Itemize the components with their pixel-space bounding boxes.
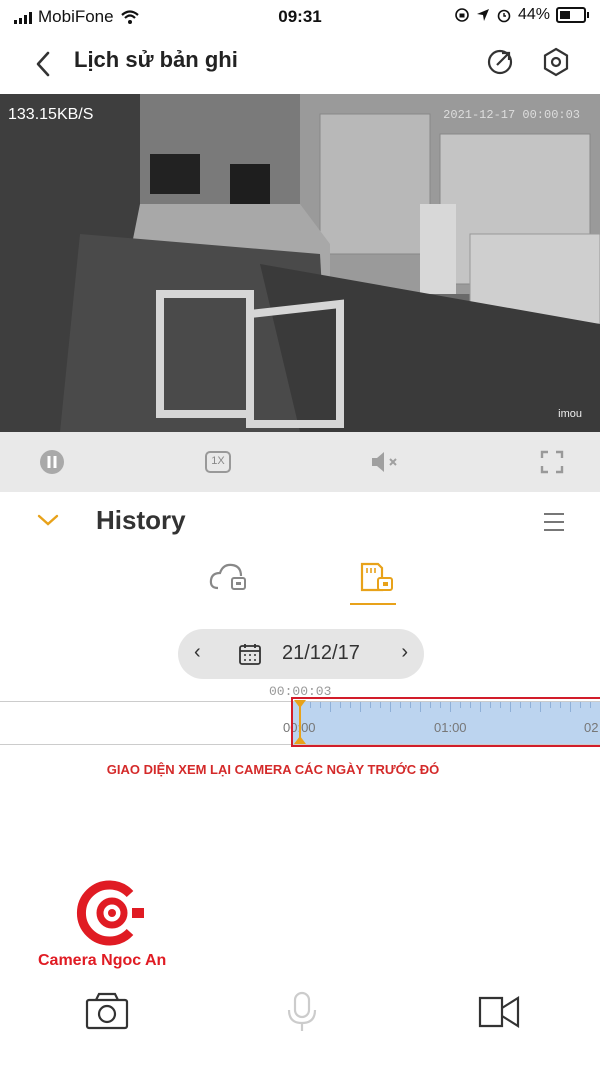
share-icon (487, 49, 513, 75)
annotation-caption: GIAO DIỆN XEM LẠI CAMERA CÁC NGÀY TRƯỚC … (106, 762, 440, 777)
app-header: Lịch sử bản ghi (0, 34, 600, 92)
video-player[interactable]: 133.15KB/S 2021-12-17 00:00:03 imou (0, 94, 600, 432)
chevron-left-icon (36, 51, 50, 77)
status-right: 44% (454, 6, 589, 24)
sd-card-icon (360, 562, 393, 592)
status-bar: MobiFone 09:31 44% (0, 0, 600, 34)
talk-button[interactable] (279, 990, 325, 1034)
collapse-history-button[interactable] (34, 506, 62, 534)
microphone-icon (287, 991, 317, 1031)
battery-percent: 44% (517, 6, 550, 23)
player-controls: 1X (0, 432, 600, 492)
next-day-button[interactable]: › (401, 641, 408, 664)
selected-date[interactable]: 21/12/17 (282, 642, 360, 665)
mute-button[interactable] (366, 444, 402, 480)
snapshot-button[interactable] (84, 990, 130, 1034)
active-tab-indicator (350, 603, 396, 605)
tab-cloud[interactable] (208, 560, 250, 596)
page-title: Lịch sử bản ghi (74, 47, 238, 72)
tab-sd-card[interactable] (356, 560, 396, 596)
camera-feed-image (0, 94, 600, 432)
mute-icon (372, 452, 397, 472)
pause-button[interactable] (34, 444, 70, 480)
calendar-icon[interactable] (238, 642, 262, 666)
settings-button[interactable] (538, 44, 574, 80)
speed-button[interactable]: 1X (200, 444, 236, 480)
orientation-lock-icon (455, 8, 469, 22)
pause-icon (40, 450, 64, 474)
brand-logo (77, 880, 144, 946)
video-camera-icon (478, 996, 520, 1028)
chevron-down-icon (37, 514, 59, 526)
history-menu-button[interactable] (540, 508, 568, 536)
camera-icon (85, 992, 129, 1030)
settings-icon (543, 47, 569, 77)
speed-label: 1X (211, 455, 225, 467)
history-title: History (96, 505, 186, 535)
prev-day-button[interactable]: ‹ (194, 641, 201, 664)
cloud-icon (209, 563, 246, 590)
video-timestamp: 2021-12-17 00:00:03 (443, 108, 580, 122)
share-button[interactable] (482, 44, 518, 80)
record-button[interactable] (476, 990, 522, 1034)
bitrate-label: 133.15KB/S (8, 106, 94, 123)
menu-icon (544, 513, 564, 531)
brand-name: Camera Ngoc An (38, 952, 167, 969)
fullscreen-button[interactable] (534, 444, 570, 480)
fullscreen-icon (540, 450, 564, 474)
date-selector: ‹ 21/12/17 › (178, 629, 424, 679)
video-watermark: imou (558, 408, 582, 420)
battery-icon (556, 7, 589, 23)
alarm-icon (497, 9, 511, 23)
highlight-box (291, 697, 600, 747)
location-icon (476, 9, 489, 21)
back-button[interactable] (28, 44, 68, 84)
